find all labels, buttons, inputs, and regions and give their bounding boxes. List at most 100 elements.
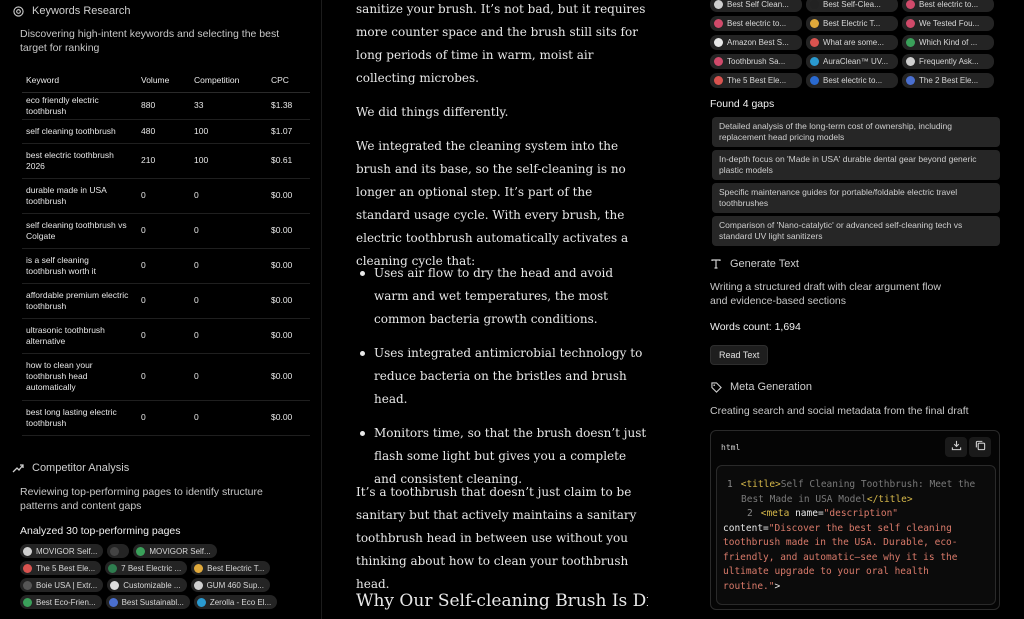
favicon-icon <box>714 76 723 85</box>
chip-label: Best Sustainabl... <box>121 597 184 607</box>
favicon-icon <box>23 597 32 607</box>
chip-label: What are some... <box>823 38 884 47</box>
cell-competition: 0 <box>190 400 267 436</box>
gap-card: Comparison of 'Nano-catalytic' or advanc… <box>712 216 1000 246</box>
chip-label: Best Self Clean... <box>727 0 789 9</box>
source-chip[interactable]: Best Eco-Frien... <box>20 595 102 609</box>
cell-volume: 0 <box>137 318 190 354</box>
favicon-icon <box>23 546 32 556</box>
chip-label: Best Self-Clea... <box>823 0 881 9</box>
source-chip[interactable]: What are some... <box>806 35 898 50</box>
chip-label: The 5 Best Ele... <box>36 563 96 573</box>
source-chip[interactable]: GUM 460 Sup... <box>190 578 270 592</box>
source-chip[interactable]: Best Electric T... <box>191 561 271 575</box>
chip-label: 7 Best Electric ... <box>121 563 182 573</box>
source-chip[interactable]: Amazon Best S... <box>710 35 802 50</box>
column-competition: Competition <box>190 68 267 93</box>
cell-volume: 0 <box>137 353 190 401</box>
source-chip[interactable] <box>107 544 130 558</box>
chip-row: The 5 Best Ele... Best electric to... The … <box>710 73 1010 88</box>
chip-label: The 2 Best Ele... <box>919 76 979 85</box>
meta-title: Meta Generation <box>730 381 812 393</box>
chip-row: Best Self Clean... Best Self-Clea... Best … <box>710 0 1010 12</box>
table-row: self cleaning toothbrush vs Colgate 0 0 $0.… <box>22 213 310 249</box>
source-chip[interactable]: Zerolla - Eco El... <box>193 595 278 609</box>
chip-row: MOVIGOR Self... MOVIGOR Self... <box>20 544 320 558</box>
cell-volume: 210 <box>137 143 190 179</box>
source-chip[interactable]: Best electric to... <box>902 0 994 12</box>
favicon-icon <box>110 580 120 590</box>
source-chip[interactable]: Best electric to... <box>806 73 898 88</box>
generate-description: Writing a structured draft with clear ar… <box>710 281 941 307</box>
source-chip[interactable]: Boie USA | Extr... <box>20 578 104 592</box>
cell-cpc: $0.00 <box>267 400 310 436</box>
source-chip[interactable]: MOVIGOR Self... <box>20 544 104 558</box>
favicon-icon <box>714 38 723 47</box>
cell-cpc: $0.61 <box>267 143 310 179</box>
favicon-icon <box>810 38 819 47</box>
chip-row: Best electric to... Best Electric T... We … <box>710 16 1010 31</box>
cell-cpc: $1.38 <box>267 92 310 120</box>
cell-competition: 0 <box>190 283 267 319</box>
source-chip[interactable]: Best Sustainabl... <box>105 595 190 609</box>
article-panel: sanitize your brush. It’s not bad, but i… <box>338 0 648 619</box>
chip-label: Frequently Ask... <box>919 57 979 66</box>
favicon-icon <box>714 19 723 28</box>
cell-keyword: affordable premium electric toothbrush <box>22 283 137 319</box>
chip-label: AuraClean™ UV... <box>823 57 889 66</box>
source-chips: Best Self Clean... Best Self-Clea... Best … <box>710 0 1010 92</box>
chip-label: MOVIGOR Self... <box>36 546 98 556</box>
chip-label: Customizable ... <box>123 580 181 590</box>
source-chip[interactable]: Which Kind of ... <box>902 35 994 50</box>
cell-competition: 0 <box>190 178 267 214</box>
code-block: html 1 <title>Self Cleaning Toothbrush: M… <box>710 430 1000 610</box>
cell-cpc: $0.00 <box>267 353 310 401</box>
source-chip[interactable]: 7 Best Electric ... <box>105 561 188 575</box>
source-chip[interactable]: The 5 Best Ele... <box>710 73 802 88</box>
source-chip[interactable]: MOVIGOR Self... <box>133 544 217 558</box>
gap-card: Specific maintenance guides for portable… <box>712 183 1000 213</box>
list-item: Uses integrated antimicrobial technology… <box>338 342 648 411</box>
source-chip[interactable]: Best Self-Clea... <box>806 0 898 12</box>
download-button[interactable] <box>945 437 967 457</box>
cell-volume: 0 <box>137 283 190 319</box>
source-chip[interactable]: The 5 Best Ele... <box>20 561 102 575</box>
favicon-icon <box>810 76 819 85</box>
copy-button[interactable] <box>969 437 991 457</box>
cell-competition: 0 <box>190 353 267 401</box>
source-chip[interactable]: Best electric to... <box>710 16 802 31</box>
favicon-icon <box>714 0 723 9</box>
code-content: 1 <title>Self Cleaning Toothbrush: Meet t… <box>716 465 996 605</box>
source-chip[interactable]: We Tested Fou... <box>902 16 994 31</box>
source-chip[interactable]: Customizable ... <box>107 578 187 592</box>
code-line-1: 1 <title>Self Cleaning Toothbrush: Meet t… <box>727 479 976 505</box>
table-row: ultrasonic toothbrush alternative 0 0 $0.00 <box>22 318 310 354</box>
chip-label: Toothbrush Sa... <box>727 57 786 66</box>
article-paragraph: We did things differently. <box>356 105 509 119</box>
meta-description: Creating search and social metadata from… <box>710 405 969 417</box>
code-language: html <box>721 443 741 452</box>
source-chip[interactable]: Best Self Clean... <box>710 0 802 12</box>
table-row: how to clean your toothbrush head automa… <box>22 353 310 401</box>
table-row: best long lasting electric toothbrush 0 0 $… <box>22 400 310 436</box>
source-chip[interactable]: The 2 Best Ele... <box>902 73 994 88</box>
competitor-chips: MOVIGOR Self... MOVIGOR Self... The 5 Best… <box>20 544 320 612</box>
chip-label: Boie USA | Extr... <box>36 580 98 590</box>
competitor-header: Competitor Analysis <box>0 461 141 475</box>
favicon-icon <box>194 563 204 573</box>
source-chip[interactable]: Toothbrush Sa... <box>710 54 802 69</box>
source-chip[interactable]: Frequently Ask... <box>902 54 994 69</box>
read-text-button[interactable]: Read Text <box>710 345 769 365</box>
cell-volume: 0 <box>137 213 190 249</box>
left-panel: Keywords Research Discovering high-inten… <box>0 0 322 619</box>
source-chip[interactable]: AuraClean™ UV... <box>806 54 898 69</box>
meta-header: Meta Generation <box>702 380 824 394</box>
competitor-description: Reviewing top-performing pages to identi… <box>20 486 263 512</box>
keywords-table: Keyword Volume Competition CPC eco frien… <box>22 68 310 436</box>
favicon-icon <box>23 580 32 590</box>
cell-competition: 100 <box>190 143 267 179</box>
article-bullet-list: Uses air flow to dry the head and avoid … <box>338 262 648 491</box>
source-chip[interactable]: Best Electric T... <box>806 16 898 31</box>
favicon-icon <box>110 546 120 556</box>
article-heading: Why Our Self-cleaning Brush Is Different… <box>356 591 648 611</box>
